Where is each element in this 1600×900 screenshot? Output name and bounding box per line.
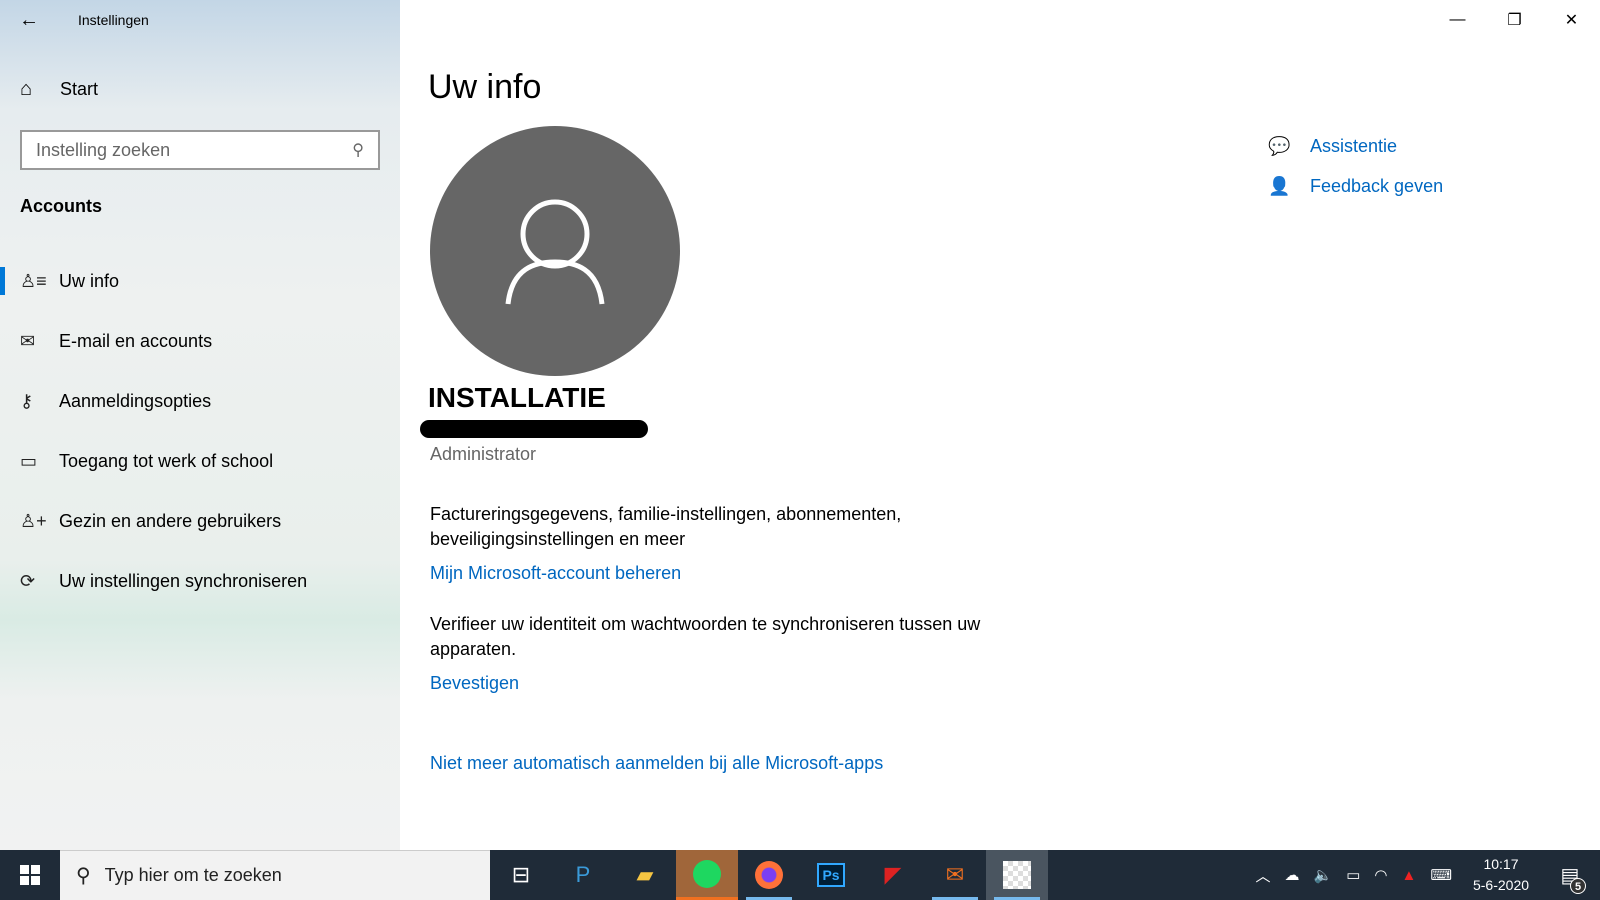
page-title: Uw info [428,68,542,106]
stop-auto-signin-link[interactable]: Niet meer automatisch aanmelden bij alle… [430,753,883,774]
notification-count: 5 [1570,877,1586,894]
feedback-icon: 👤 [1268,175,1291,196]
account-description: Factureringsgegevens, familie-instelling… [430,504,902,549]
search-placeholder: Instelling zoeken [36,139,171,160]
user-icon [505,199,605,305]
sidebar-item-family[interactable]: ♙+ Gezin en andere gebruikers [0,491,400,551]
help-link[interactable]: 💬 Assistentie [1268,126,1443,166]
window-title: Instellingen [78,12,149,28]
sidebar-item-uw-info[interactable]: ♙≡ Uw info [0,251,400,311]
time: 10:17 [1483,856,1519,872]
nav-home[interactable]: ⌂ Start [20,78,98,101]
search-icon: ⚲ [352,142,364,159]
mail-app-icon[interactable]: ✉ [924,850,986,900]
account-role: Administrator [430,444,537,464]
person-list-icon: ♙≡ [20,270,47,291]
file-explorer-icon[interactable]: ▰ [614,850,676,900]
briefcase-icon: ▭ [20,450,38,471]
sidebar-item-signin[interactable]: ⚷ Aanmeldingsopties [0,371,400,431]
close-button[interactable]: ✕ [1543,0,1600,40]
redacted-email [420,420,648,438]
windows-icon [20,865,40,885]
person-add-icon: ♙+ [20,510,47,531]
firefox-icon[interactable] [738,850,800,900]
taskbar: ⚲ Typ hier om te zoeken ⊟ P ▰ Ps ◤ ✉ ︿ ☁ … [0,850,1600,900]
sidebar-item-email[interactable]: ✉ E-mail en accounts [0,311,400,371]
username: INSTALLATIE [428,382,606,413]
task-view-icon[interactable]: ⊟ [490,850,552,900]
volume-icon[interactable]: 🔈 [1314,866,1333,884]
nav-label: Toegang tot werk of school [59,450,274,471]
settings-search-input[interactable]: Instelling zoeken ⚲ [20,130,380,170]
sidebar-item-work[interactable]: ▭ Toegang tot werk of school [0,431,400,491]
manage-account-link[interactable]: Mijn Microsoft-account beheren [430,563,681,584]
feedback-label: Feedback geven [1310,175,1444,196]
home-icon: ⌂ [20,78,33,100]
sidebar-item-sync[interactable]: ⟳ Uw instellingen synchroniseren [0,551,400,611]
section-title: Accounts [20,196,103,216]
start-button[interactable] [0,850,60,900]
maximize-button[interactable]: ❐ [1486,0,1543,40]
nav-label: Aanmeldingsopties [59,390,212,411]
onedrive-icon[interactable]: ☁ [1285,866,1300,884]
nav-label: Gezin en andere gebruikers [59,510,282,531]
avatar [430,126,680,376]
chevron-up-icon[interactable]: ︿ [1256,865,1271,886]
feedback-link[interactable]: 👤 Feedback geven [1268,166,1443,206]
verify-description: Verifieer uw identiteit om wachtwoorden … [430,614,981,659]
wifi-icon[interactable]: ◠ [1374,866,1387,884]
taskbar-search-input[interactable]: ⚲ Typ hier om te zoeken [60,850,490,900]
nav-label: Uw info [59,270,120,291]
tray-app-icon[interactable]: ▲ [1401,867,1416,884]
date: 5-6-2020 [1472,877,1530,893]
back-arrow-icon[interactable]: ← [0,9,58,32]
search-icon: ⚲ [76,865,91,887]
minimize-button[interactable]: — [1429,0,1486,40]
photoshop-icon[interactable]: Ps [800,850,862,900]
nav-label: Uw instellingen synchroniseren [59,570,308,591]
generic-app-icon[interactable] [986,850,1048,900]
battery-icon[interactable]: ▭ [1346,866,1360,884]
nav-label: E-mail en accounts [59,330,213,351]
clock[interactable]: 10:17 5-6-2020 [1466,854,1536,896]
help-label: Assistentie [1310,135,1398,156]
action-center-button[interactable]: ▤ 5 [1550,863,1590,894]
verify-link[interactable]: Bevestigen [430,673,519,694]
spotify-icon[interactable] [676,850,738,900]
photo-app-icon[interactable]: P [552,850,614,900]
taskbar-search-placeholder: Typ hier om te zoeken [104,865,282,885]
title-bar: ← Instellingen [0,0,400,40]
keyboard-icon[interactable]: ⌨ [1430,866,1452,884]
sync-icon: ⟳ [20,570,36,591]
mail-icon: ✉ [20,330,36,351]
key-icon: ⚷ [20,390,34,411]
chat-help-icon: 💬 [1268,135,1291,156]
sidebar: ← Instellingen ⌂ Start Instelling zoeken ⚲… [0,0,400,850]
app-icon-red-green[interactable]: ◤ [862,850,924,900]
home-label: Start [60,79,99,99]
